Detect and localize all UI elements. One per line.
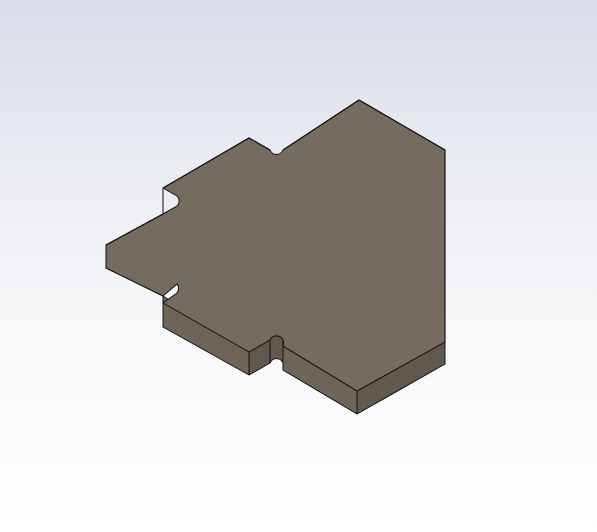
part-model[interactable]	[0, 0, 597, 532]
side-face-slot	[269, 335, 284, 364]
cad-viewport[interactable]	[0, 0, 597, 532]
